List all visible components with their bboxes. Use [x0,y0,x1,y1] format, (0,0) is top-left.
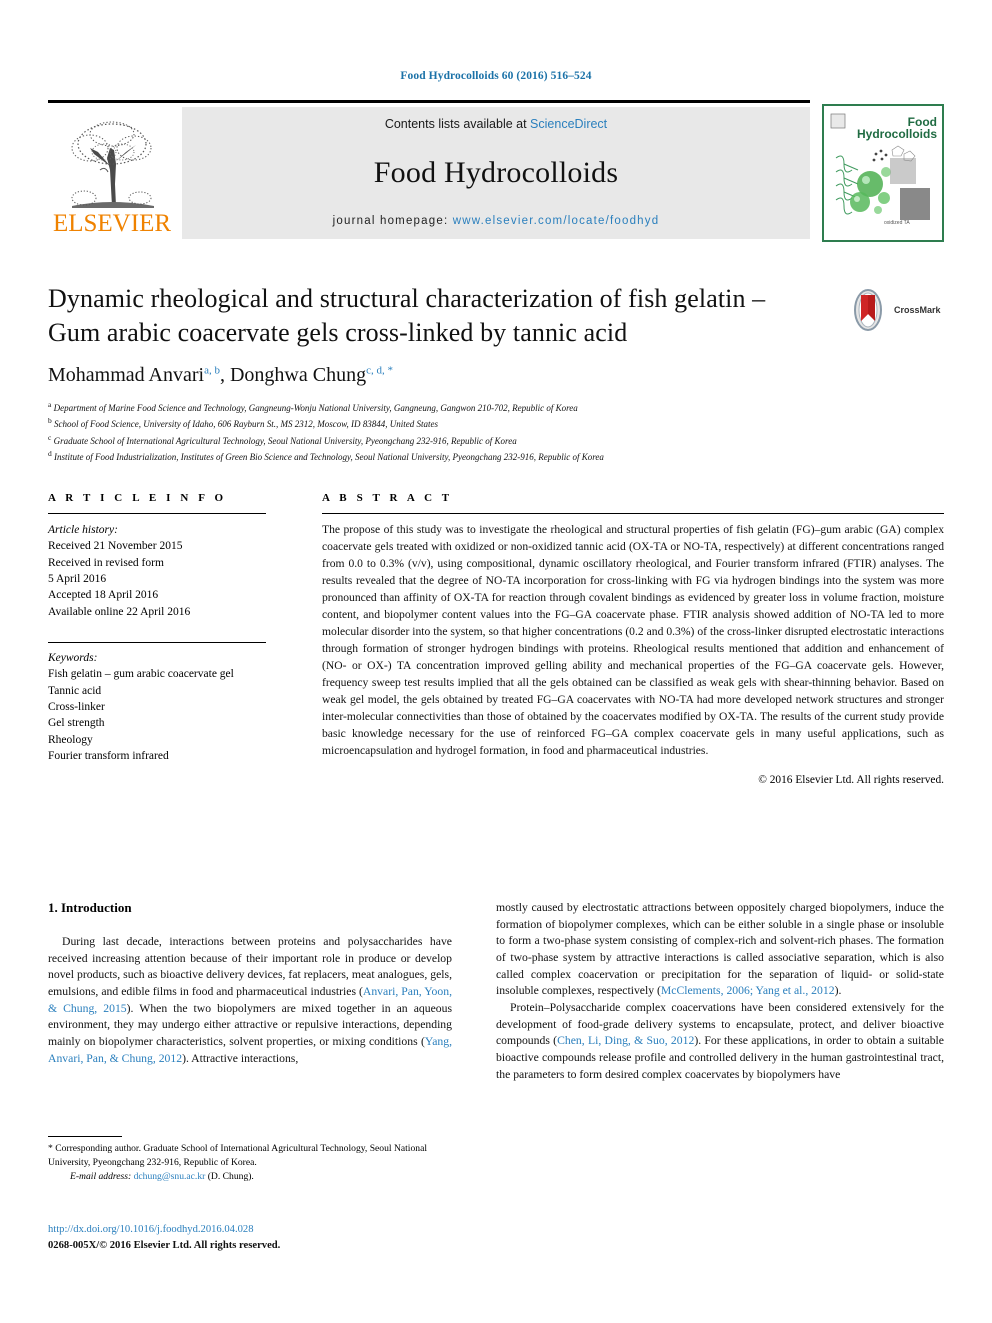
corresponding-author-footnote: * Corresponding author. Graduate School … [48,1136,452,1185]
keyword-item: Fish gelatin – gum arabic coacervate gel [48,668,234,681]
crossmark-label: CrossMark [894,305,941,315]
article-info-heading: A R T I C L E I N F O [48,492,227,504]
article-history-list: Received 21 November 2015 Received in re… [48,538,266,620]
article-info-panel: A R T I C L E I N F O Article history: R… [48,492,266,764]
keyword-item: Gel strength [48,717,105,730]
svg-text:oxidized TA: oxidized TA [884,220,910,226]
affiliation-mark: d [48,449,52,459]
abstract-panel: A B S T R A C T The propose of this stud… [322,492,944,786]
cover-journal-title: Food Hydrocolloids [857,116,937,140]
keyword-item: Fourier transform infrared [48,749,169,762]
footnote-rule [48,1136,122,1137]
paper-title-line1: Dynamic rheological and structural chara… [48,284,766,313]
keywords-label: Keywords: [48,651,98,664]
history-item: Received 21 November 2015 [48,540,183,553]
affiliation-mark: c [48,432,52,442]
keywords-list: Fish gelatin – gum arabic coacervate gel… [48,666,266,764]
article-history-label: Article history: [48,524,118,536]
affiliation-item: b School of Food Science, University of … [48,415,838,432]
keywords-rule [48,641,266,643]
title-block: Dynamic rheological and structural chara… [48,282,838,465]
abstract-text: The propose of this study was to investi… [322,523,944,757]
intro-p1-cont-b: ). [834,984,842,998]
affiliation-text: School of Food Science, University of Id… [54,419,439,430]
cover-title-line2: Hydrocolloids [856,127,937,141]
journal-title: Food Hydrocolloids [373,156,619,189]
abstract-heading: A B S T R A C T [322,492,453,504]
affiliation-list: a Department of Marine Food Science and … [48,399,838,465]
author-marks-1: a, b [204,363,220,376]
intro-p1-cont-a: mostly caused by electrostatic attractio… [496,901,944,998]
section-heading-introduction: 1. Introduction [48,900,132,915]
email-label: E-mail address: [70,1171,132,1183]
issn-copyright-line: 0268-005X/© 2016 Elsevier Ltd. All right… [48,1239,281,1251]
doi-link[interactable]: http://dx.doi.org/10.1016/j.foodhyd.2016… [48,1222,468,1238]
body-right-column: mostly caused by electrostatic attractio… [496,900,944,1083]
affiliation-text: Department of Marine Food Science and Te… [53,402,578,413]
affiliation-item: d Institute of Food Industrialization, I… [48,448,838,465]
corresponding-author-text: * Corresponding author. Graduate School … [48,1143,427,1169]
running-head: Food Hydrocolloids 60 (2016) 516–524 [400,70,592,82]
intro-paragraph-1: During last decade, interactions between… [48,934,452,1067]
email-line: E-mail address: dchung@snu.ac.kr (D. Chu… [48,1170,452,1184]
author-list: Mohammad Anvaria, b, Donghwa Chungc, d, … [48,363,393,386]
masthead-center-panel: Contents lists available at ScienceDirec… [182,107,810,239]
homepage-url[interactable]: www.elsevier.com/locate/foodhyd [453,215,660,227]
contents-prefix: Contents lists available at [384,117,531,131]
sciencedirect-link[interactable]: ScienceDirect [530,117,607,131]
affiliation-mark: b [48,416,52,426]
intro-paragraph-1-cont: mostly caused by electrostatic attractio… [496,900,944,1000]
paper-title-line2: Gum arabic coacervate gels cross-linked … [48,317,628,347]
abstract-copyright: © 2016 Elsevier Ltd. All rights reserved… [758,773,944,786]
intro-paragraph-2: Protein–Polysaccharide complex coacervat… [496,1000,944,1083]
citation-link[interactable]: Chen, Li, Ding, & Suo, 2012 [557,1034,694,1047]
elsevier-wordmark: ELSEVIER [52,210,172,237]
keyword-item: Tannic acid [48,684,102,697]
author-marks-2: c, d, * [366,363,393,376]
keyword-item: Cross-linker [48,700,105,713]
author-name-2[interactable]: Donghwa Chung [230,364,366,386]
article-page: Food Hydrocolloids 60 (2016) 516–524 ELS… [0,0,992,1323]
history-item: Accepted 18 April 2016 [48,589,159,602]
page-title: Dynamic rheological and structural chara… [48,282,838,350]
elsevier-tree-icon [71,121,154,208]
email-suffix: (D. Chung). [207,1171,254,1183]
crossmark-icon[interactable] [847,289,889,331]
journal-cover-thumbnail: oxidized TA Food Hydrocolloids [822,104,944,242]
affiliation-mark: a [48,399,52,409]
affiliation-item: a Department of Marine Food Science and … [48,399,838,416]
affiliation-text: Institute of Food Industrialization, Ins… [54,452,604,463]
affiliation-item: c Graduate School of International Agric… [48,432,838,449]
homepage-prefix: journal homepage: [332,215,453,227]
article-info-rule [48,513,266,514]
email-link[interactable]: dchung@snu.ac.kr [134,1171,206,1182]
body-left-column: 1. Introduction During last decade, inte… [48,900,452,1067]
contents-line: Contents lists available at ScienceDirec… [385,117,607,131]
keyword-item: Rheology [48,733,93,746]
crossmark-badge[interactable]: CrossMark [847,288,945,332]
affiliation-text: Graduate School of International Agricul… [53,435,517,446]
history-item: 5 April 2016 [48,572,107,585]
citation-link[interactable]: McClements, 2006; Yang et al., 2012 [661,984,835,997]
elsevier-logo: ELSEVIER [48,107,176,239]
history-item: Available online 22 April 2016 [48,605,191,618]
journal-masthead: ELSEVIER Contents lists available at Sci… [48,100,810,239]
history-item: Received in revised form [48,556,164,569]
keywords-block: Keywords: Fish gelatin – gum arabic coac… [48,641,266,764]
journal-homepage-line: journal homepage: www.elsevier.com/locat… [333,215,660,227]
author-name-1[interactable]: Mohammad Anvari [48,364,204,386]
intro-p1-part-c: ). Attractive interactions, [182,1051,299,1065]
abstract-rule [322,513,944,514]
footer-identifiers: http://dx.doi.org/10.1016/j.foodhyd.2016… [48,1222,468,1254]
